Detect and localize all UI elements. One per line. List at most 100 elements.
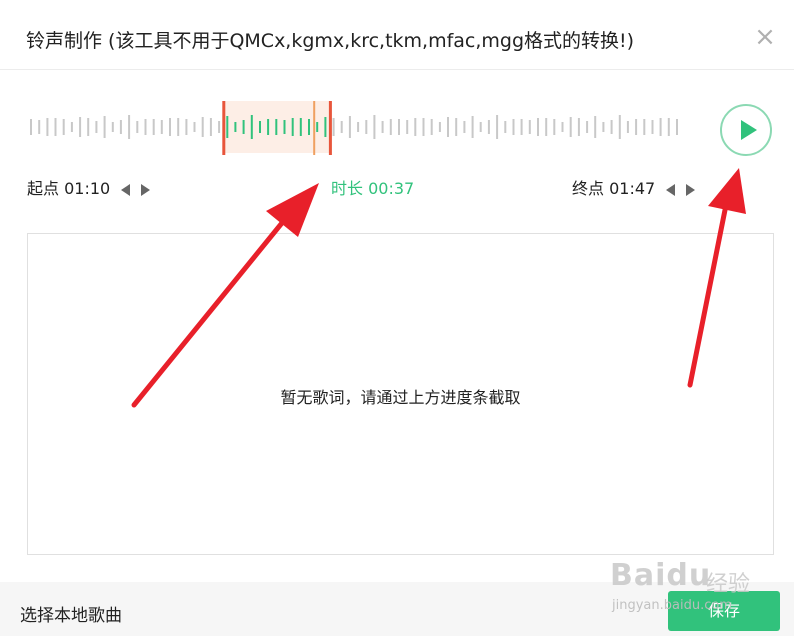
duration-display: 时长 00:37 [331,175,414,199]
waveform-bar [185,119,188,135]
start-decrease-icon[interactable] [121,183,131,196]
waveform-bar [95,121,98,133]
waveform-bar [308,119,310,135]
waveform-bar [160,120,163,134]
waveform-bar [128,115,131,139]
waveform-bar [577,118,580,136]
waveform-range-selector[interactable] [0,95,794,159]
end-decrease-icon[interactable] [666,183,676,196]
waveform-bar [193,122,196,132]
waveform-bar [209,118,212,136]
waveform-bar [291,118,294,136]
start-increase-icon[interactable] [141,183,151,196]
waveform-bar [111,122,114,132]
waveform-bar [602,122,605,132]
waveform-bar [528,120,531,134]
waveform-bar [537,118,539,136]
waveform-bar [38,120,41,134]
waveform-bar [520,119,523,135]
waveform-bar [119,120,122,134]
save-button[interactable]: 保存 [668,591,780,631]
selection-end-handle[interactable] [328,101,332,155]
waveform-bar [422,118,425,136]
dialog-footer: 选择本地歌曲 保存 [0,582,794,636]
waveform-bar [455,118,458,136]
waveform-bar [635,119,638,135]
waveform-bar [398,119,400,135]
end-time-value: 01:47 [609,179,656,198]
waveform-bar [389,119,392,135]
select-local-song-link[interactable]: 选择本地歌曲 [20,601,122,626]
waveform-bar [594,116,597,138]
waveform-bar [561,122,564,132]
waveform-bar [438,122,441,132]
start-time-label: 起点 [27,179,60,198]
waveform-bar [136,121,139,133]
waveform-bar [267,119,270,135]
waveform-bar [659,118,662,136]
waveform-bar [414,118,417,136]
waveform-bar [234,122,237,132]
waveform-bar [54,118,57,136]
waveform-bar [651,120,654,134]
waveform-bar [79,117,82,137]
waveform-bar [30,119,32,135]
waveform-bar [610,120,613,134]
selection-start-handle[interactable] [222,101,226,155]
waveform-bar [381,121,384,133]
waveform-bar [201,117,204,137]
end-increase-icon[interactable] [686,183,696,196]
waveform-bar [447,117,449,137]
waveform-bar [667,118,670,136]
lyrics-panel: 暂无歌词，请通过上方进度条截取 [27,233,774,555]
waveform-bar [676,119,678,135]
duration-label: 时长 [331,179,364,198]
end-time-label: 终点 [572,179,605,198]
waveform-bar [283,120,286,134]
waveform-bar [242,120,245,134]
waveform-bar [332,118,335,136]
waveform-bar [62,119,65,135]
dialog-title: 铃声制作 (该工具不用于QMCx,kgmx,krc,tkm,mfac,mgg格式… [26,30,635,52]
waveform-bar [177,118,180,136]
waveform-bar [430,119,433,135]
ringtone-maker-dialog: 铃声制作 (该工具不用于QMCx,kgmx,krc,tkm,mfac,mgg格式… [0,0,794,636]
play-button[interactable] [720,104,772,156]
waveform-bar [626,121,629,133]
waveform-bar [553,119,556,135]
waveform-bar [643,119,646,135]
playhead-marker[interactable] [313,101,316,155]
waveform-bar [169,118,171,136]
close-icon[interactable]: × [752,24,778,50]
waveform-bar [479,122,482,132]
waveform-bar [299,118,302,136]
waveform-bar [324,117,327,137]
waveform-bar [569,117,572,137]
duration-value: 00:37 [368,179,415,198]
end-time: 终点 01:47 [572,175,696,199]
start-time-value: 01:10 [64,179,111,198]
waveform-bar [487,120,490,134]
waveform-bar [259,121,261,133]
waveform-bar [512,119,515,135]
dialog-header: 铃声制作 (该工具不用于QMCx,kgmx,krc,tkm,mfac,mgg格式… [0,0,794,70]
waveform-bar [406,120,409,134]
start-time: 起点 01:10 [27,175,151,199]
waveform-bar [218,121,221,133]
waveform-bar [357,122,360,132]
waveform-bar [87,118,90,136]
waveform-bar [365,120,368,134]
waveform-bar [471,116,474,138]
waveform-bar [586,121,589,133]
waveform-bar [70,122,73,132]
waveform-bar [46,118,49,136]
waveform-bar [618,115,621,139]
waveform-bar [275,119,278,135]
play-icon [741,120,757,140]
waveform-bar [226,116,229,138]
waveform-bar [348,116,351,138]
waveform-bar [152,119,155,135]
waveform-bar [340,121,343,133]
waveform-bar [463,121,466,133]
waveform-bar [144,119,147,135]
